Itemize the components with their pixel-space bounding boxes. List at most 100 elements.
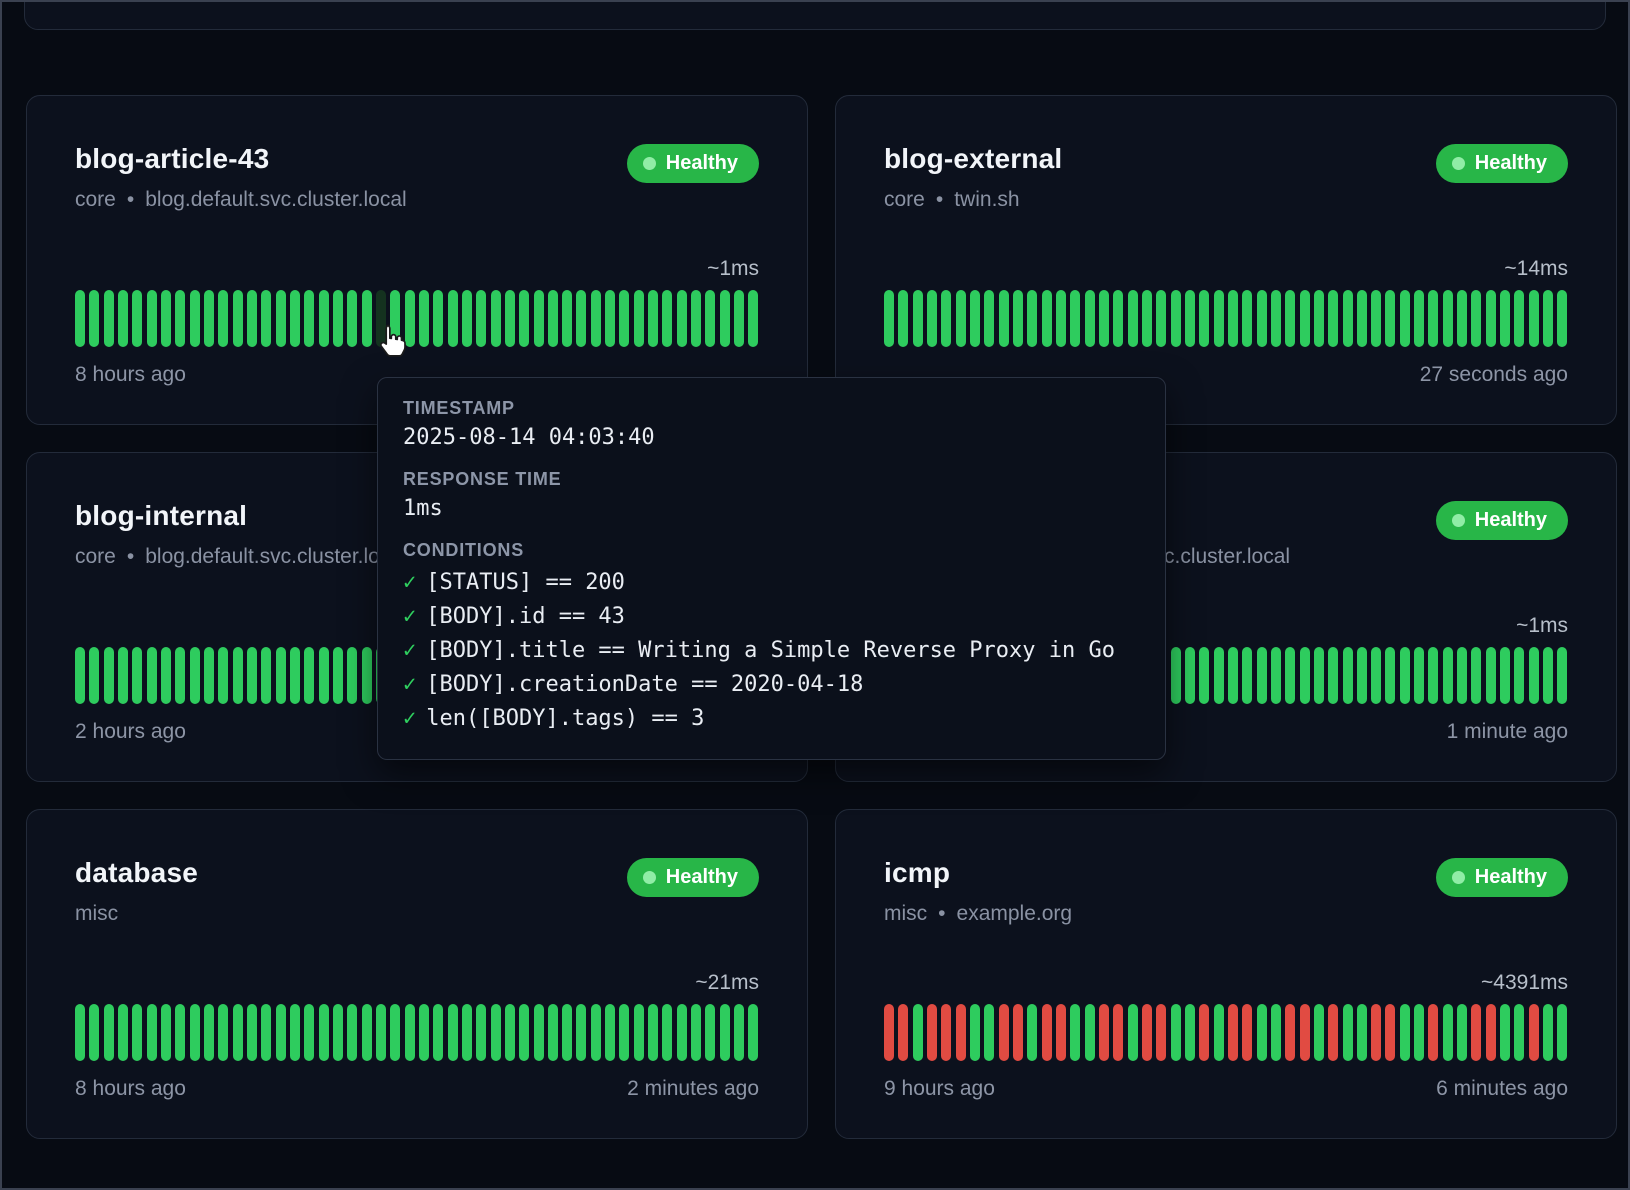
uptime-bar[interactable] xyxy=(505,290,515,347)
uptime-bar[interactable] xyxy=(1113,290,1123,347)
uptime-bar[interactable] xyxy=(190,647,200,704)
uptime-bar[interactable] xyxy=(1357,290,1367,347)
uptime-bar-down[interactable] xyxy=(1242,1004,1252,1061)
uptime-bar[interactable] xyxy=(1471,647,1481,704)
uptime-bar[interactable] xyxy=(1185,1004,1195,1061)
uptime-bar[interactable] xyxy=(1428,647,1438,704)
uptime-bar[interactable] xyxy=(1457,1004,1467,1061)
uptime-bar[interactable] xyxy=(190,290,200,347)
uptime-bar[interactable] xyxy=(319,1004,329,1061)
uptime-bar[interactable] xyxy=(448,1004,458,1061)
uptime-bar[interactable] xyxy=(1314,1004,1324,1061)
uptime-bar[interactable] xyxy=(304,290,314,347)
uptime-bar-down[interactable] xyxy=(1113,1004,1123,1061)
uptime-bar[interactable] xyxy=(519,1004,529,1061)
uptime-bar[interactable] xyxy=(562,290,572,347)
uptime-bar[interactable] xyxy=(347,290,357,347)
uptime-bar[interactable] xyxy=(1027,290,1037,347)
uptime-bar[interactable] xyxy=(462,290,472,347)
uptime-bar[interactable] xyxy=(1013,290,1023,347)
uptime-bar[interactable] xyxy=(1486,647,1496,704)
uptime-bar[interactable] xyxy=(1271,647,1281,704)
uptime-bar[interactable] xyxy=(347,647,357,704)
uptime-bar[interactable] xyxy=(89,1004,99,1061)
uptime-bar-down[interactable] xyxy=(1099,1004,1109,1061)
uptime-bar[interactable] xyxy=(1443,290,1453,347)
uptime-bar[interactable] xyxy=(884,290,894,347)
uptime-bar[interactable] xyxy=(1471,290,1481,347)
uptime-bar[interactable] xyxy=(705,290,715,347)
uptime-bar[interactable] xyxy=(1070,290,1080,347)
uptime-bar[interactable] xyxy=(548,1004,558,1061)
uptime-bar[interactable] xyxy=(1343,647,1353,704)
uptime-bar[interactable] xyxy=(118,647,128,704)
uptime-bar[interactable] xyxy=(1085,1004,1095,1061)
uptime-bar[interactable] xyxy=(448,290,458,347)
uptime-bar[interactable] xyxy=(720,1004,730,1061)
uptime-bar[interactable] xyxy=(1171,647,1181,704)
uptime-bar[interactable] xyxy=(1500,647,1510,704)
uptime-bar-down[interactable] xyxy=(1428,1004,1438,1061)
uptime-bar[interactable] xyxy=(147,290,157,347)
uptime-bar[interactable] xyxy=(1443,1004,1453,1061)
uptime-bar[interactable] xyxy=(1457,290,1467,347)
uptime-bar[interactable] xyxy=(405,290,415,347)
uptime-bar[interactable] xyxy=(1214,1004,1224,1061)
uptime-bar[interactable] xyxy=(619,1004,629,1061)
uptime-bar-down[interactable] xyxy=(1142,1004,1152,1061)
uptime-bar[interactable] xyxy=(204,290,214,347)
uptime-bar[interactable] xyxy=(1529,290,1539,347)
uptime-bars[interactable] xyxy=(884,290,1568,347)
uptime-bar[interactable] xyxy=(1199,290,1209,347)
uptime-bar[interactable] xyxy=(1085,290,1095,347)
uptime-bar[interactable] xyxy=(104,290,114,347)
uptime-bar[interactable] xyxy=(204,1004,214,1061)
uptime-bar[interactable] xyxy=(132,290,142,347)
uptime-bar[interactable] xyxy=(304,1004,314,1061)
uptime-bar[interactable] xyxy=(1300,290,1310,347)
uptime-bars[interactable] xyxy=(75,290,759,347)
uptime-bar[interactable] xyxy=(662,290,672,347)
uptime-bar-down[interactable] xyxy=(1013,1004,1023,1061)
uptime-bar[interactable] xyxy=(1543,1004,1553,1061)
uptime-bar-down[interactable] xyxy=(1371,1004,1381,1061)
uptime-bar[interactable] xyxy=(720,290,730,347)
uptime-bar[interactable] xyxy=(1228,290,1238,347)
uptime-bar[interactable] xyxy=(1400,647,1410,704)
uptime-bar[interactable] xyxy=(1285,647,1295,704)
uptime-bar[interactable] xyxy=(218,647,228,704)
uptime-bar[interactable] xyxy=(1457,647,1467,704)
uptime-bar[interactable] xyxy=(1543,290,1553,347)
uptime-bar[interactable] xyxy=(476,290,486,347)
uptime-bar[interactable] xyxy=(319,647,329,704)
uptime-bar[interactable] xyxy=(75,1004,85,1061)
uptime-bar[interactable] xyxy=(1543,647,1553,704)
uptime-bar[interactable] xyxy=(1385,647,1395,704)
uptime-bar-down[interactable] xyxy=(884,1004,894,1061)
uptime-bar[interactable] xyxy=(1314,290,1324,347)
uptime-bar[interactable] xyxy=(1027,1004,1037,1061)
uptime-bar[interactable] xyxy=(677,1004,687,1061)
uptime-bar[interactable] xyxy=(1400,1004,1410,1061)
uptime-bar-down[interactable] xyxy=(1156,1004,1166,1061)
uptime-bar[interactable] xyxy=(276,1004,286,1061)
uptime-bar[interactable] xyxy=(748,290,758,347)
uptime-bar[interactable] xyxy=(1271,290,1281,347)
uptime-bar[interactable] xyxy=(333,1004,343,1061)
uptime-bar[interactable] xyxy=(591,1004,601,1061)
card-partial-top[interactable] xyxy=(24,0,1606,30)
uptime-bar[interactable] xyxy=(913,1004,923,1061)
uptime-bar[interactable] xyxy=(1486,290,1496,347)
uptime-bar[interactable] xyxy=(1514,1004,1524,1061)
uptime-bar[interactable] xyxy=(175,290,185,347)
uptime-bar[interactable] xyxy=(1371,290,1381,347)
uptime-bar[interactable] xyxy=(648,290,658,347)
uptime-bar[interactable] xyxy=(419,1004,429,1061)
uptime-bar-down[interactable] xyxy=(999,1004,1009,1061)
uptime-bar[interactable] xyxy=(276,290,286,347)
uptime-bar[interactable] xyxy=(1128,290,1138,347)
uptime-bar[interactable] xyxy=(1257,290,1267,347)
uptime-bar-down[interactable] xyxy=(1199,1004,1209,1061)
uptime-bar[interactable] xyxy=(247,647,257,704)
uptime-bar[interactable] xyxy=(333,290,343,347)
